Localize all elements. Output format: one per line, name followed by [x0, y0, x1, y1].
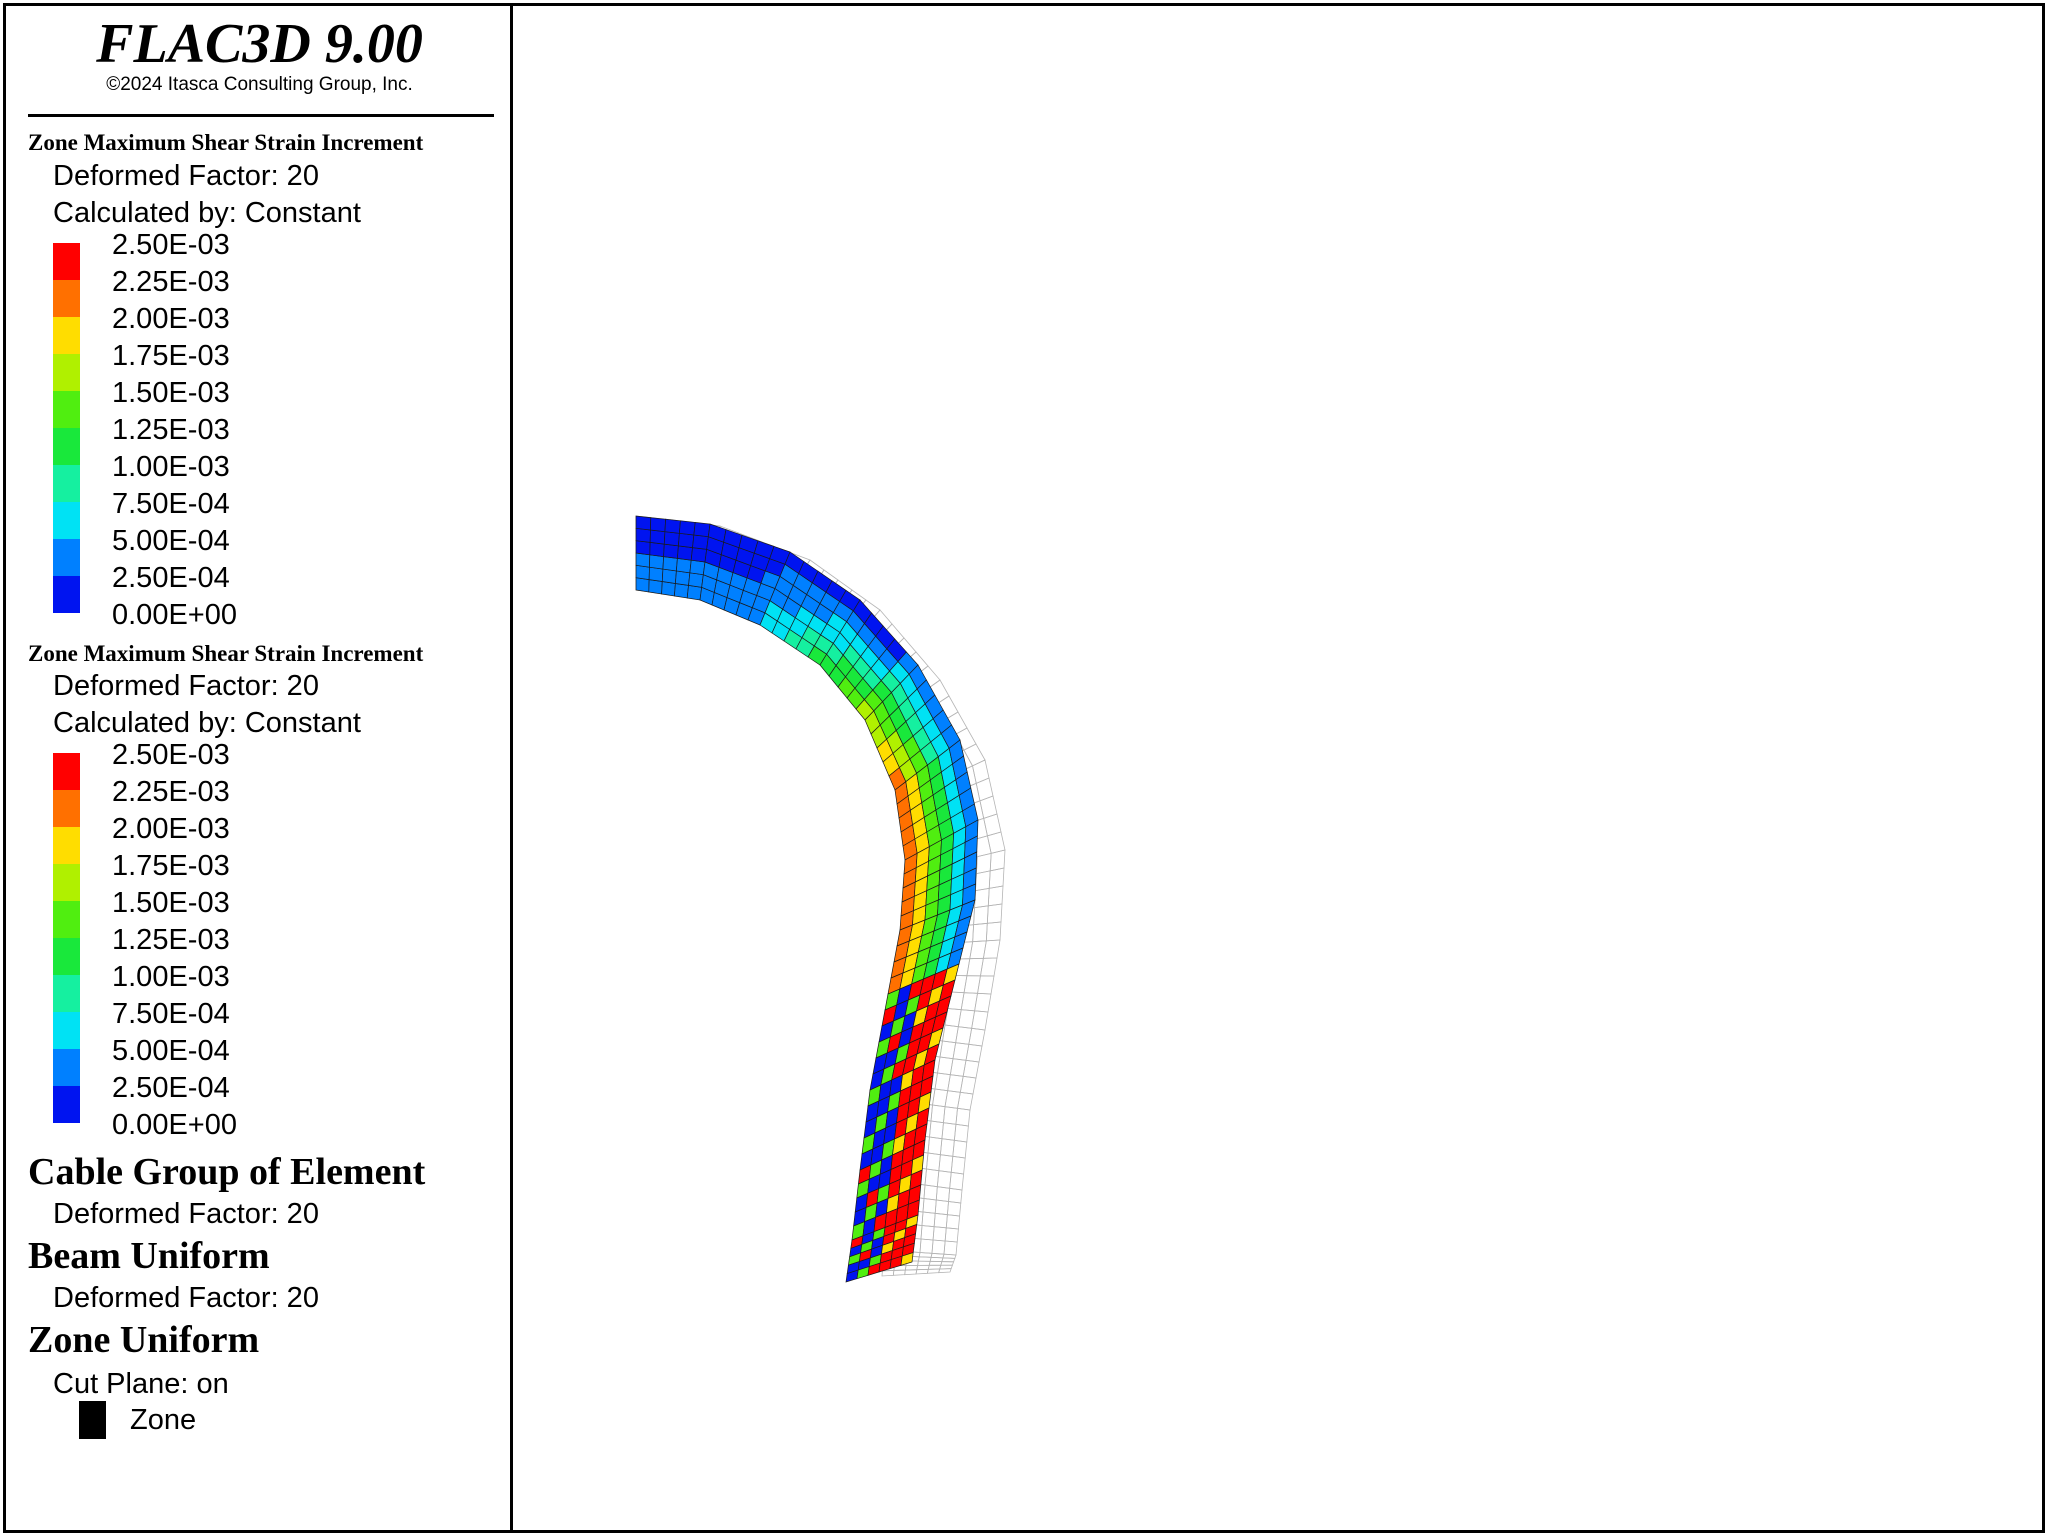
deformed-zone	[635, 540, 651, 556]
undeformed-zone	[985, 921, 1002, 942]
undeformed-zone	[923, 1184, 938, 1201]
undeformed-zone	[950, 1155, 966, 1175]
undeformed-zone	[915, 1268, 929, 1275]
undeformed-zone	[982, 939, 1001, 959]
flac3d-plot-window: FLAC3D 9.00 ©2024 Itasca Consulting Grou…	[0, 0, 2048, 1536]
undeformed-zone	[943, 1240, 958, 1256]
undeformed-zone	[968, 1027, 986, 1047]
undeformed-zone	[971, 1010, 989, 1031]
deformed-zone	[693, 522, 711, 538]
undeformed-zone	[943, 1106, 958, 1125]
deformed-zone	[663, 543, 679, 559]
deformed-zone	[678, 532, 695, 548]
deformed-zone	[664, 518, 681, 534]
deformed-zone	[686, 585, 703, 601]
undeformed-zone	[948, 1187, 963, 1204]
deformed-zone	[649, 529, 666, 545]
undeformed-zone	[917, 1260, 931, 1266]
undeformed-zone	[934, 1199, 949, 1216]
undeformed-zone	[952, 1139, 968, 1159]
undeformed-zone	[959, 1075, 977, 1095]
deformed-lining-model	[635, 515, 1006, 1283]
undeformed-zone	[904, 1269, 918, 1276]
undeformed-zone	[963, 743, 986, 767]
undeformed-zone	[940, 1261, 955, 1266]
undeformed-zone	[955, 1107, 971, 1127]
deformed-zone	[692, 534, 709, 550]
deformed-zone	[674, 583, 689, 599]
deformed-zone	[663, 531, 680, 547]
undeformed-zone	[939, 1138, 955, 1157]
undeformed-zone	[929, 1120, 944, 1140]
deformed-zone	[675, 570, 691, 586]
undeformed-zone	[941, 1122, 957, 1141]
deformed-zone	[648, 579, 663, 595]
undeformed-zone	[922, 1198, 937, 1214]
deformed-zone	[662, 556, 678, 572]
undeformed-zone	[953, 1123, 969, 1143]
undeformed-zone	[921, 1211, 936, 1228]
deformed-zone	[661, 568, 677, 584]
undeformed-zone	[979, 957, 998, 977]
undeformed-zone	[938, 1154, 954, 1173]
undeformed-zone	[930, 1104, 946, 1124]
undeformed-zone	[974, 992, 992, 1013]
undeformed-zone	[919, 1238, 934, 1254]
undeformed-zone	[932, 1226, 947, 1242]
undeformed-zone	[977, 975, 995, 995]
undeformed-zone	[973, 905, 989, 926]
undeformed-zone	[974, 887, 990, 909]
undeformed-zone	[926, 1268, 941, 1274]
undeformed-zone	[949, 1171, 965, 1191]
undeformed-zone	[944, 1227, 959, 1243]
deformed-zone	[650, 517, 666, 533]
undeformed-zone	[936, 1170, 952, 1189]
deformed-zone	[661, 581, 676, 597]
undeformed-zone	[986, 903, 1003, 924]
undeformed-zone	[975, 852, 992, 875]
undeformed-zone	[917, 1256, 932, 1262]
undeformed-zone	[988, 867, 1005, 889]
undeformed-zone	[962, 1059, 980, 1079]
deformed-zone	[635, 564, 650, 581]
undeformed-zone	[926, 1152, 941, 1172]
undeformed-zone	[924, 1168, 940, 1188]
undeformed-zone	[933, 1212, 948, 1229]
undeformed-zone	[975, 870, 991, 892]
deformed-zone	[676, 558, 692, 574]
undeformed-zone	[972, 922, 988, 943]
undeformed-zone	[957, 1091, 974, 1111]
deformed-zone	[635, 577, 650, 593]
undeformed-zone	[928, 1260, 943, 1266]
deformed-zone	[635, 527, 651, 543]
undeformed-zone	[972, 759, 990, 784]
undeformed-zone	[881, 1270, 895, 1277]
undeformed-zone	[987, 885, 1004, 907]
deformed-zone	[690, 547, 708, 563]
deformed-zone	[635, 515, 652, 531]
undeformed-zone	[986, 831, 1006, 854]
deformed-zone	[648, 566, 664, 582]
undeformed-zone	[931, 1239, 946, 1255]
deformed-zone	[688, 572, 704, 588]
undeformed-zone	[938, 1268, 952, 1274]
undeformed-zone	[892, 1269, 906, 1276]
deformed-zone	[649, 542, 665, 557]
deformed-zone	[689, 559, 706, 576]
deformed-zone	[679, 520, 696, 536]
undeformed-zone	[935, 1186, 951, 1202]
undeformed-zone	[929, 1256, 944, 1262]
undeformed-zone	[927, 1136, 943, 1156]
undeformed-zone	[965, 1043, 983, 1063]
undeformed-zone	[946, 1201, 962, 1217]
deformed-zone	[635, 552, 651, 568]
undeformed-zone	[975, 777, 994, 802]
deformed-zone	[649, 554, 664, 570]
undeformed-zone	[920, 1225, 935, 1241]
undeformed-zone	[989, 849, 1006, 872]
undeformed-zone	[945, 1214, 961, 1230]
deformed-zone	[677, 545, 693, 561]
